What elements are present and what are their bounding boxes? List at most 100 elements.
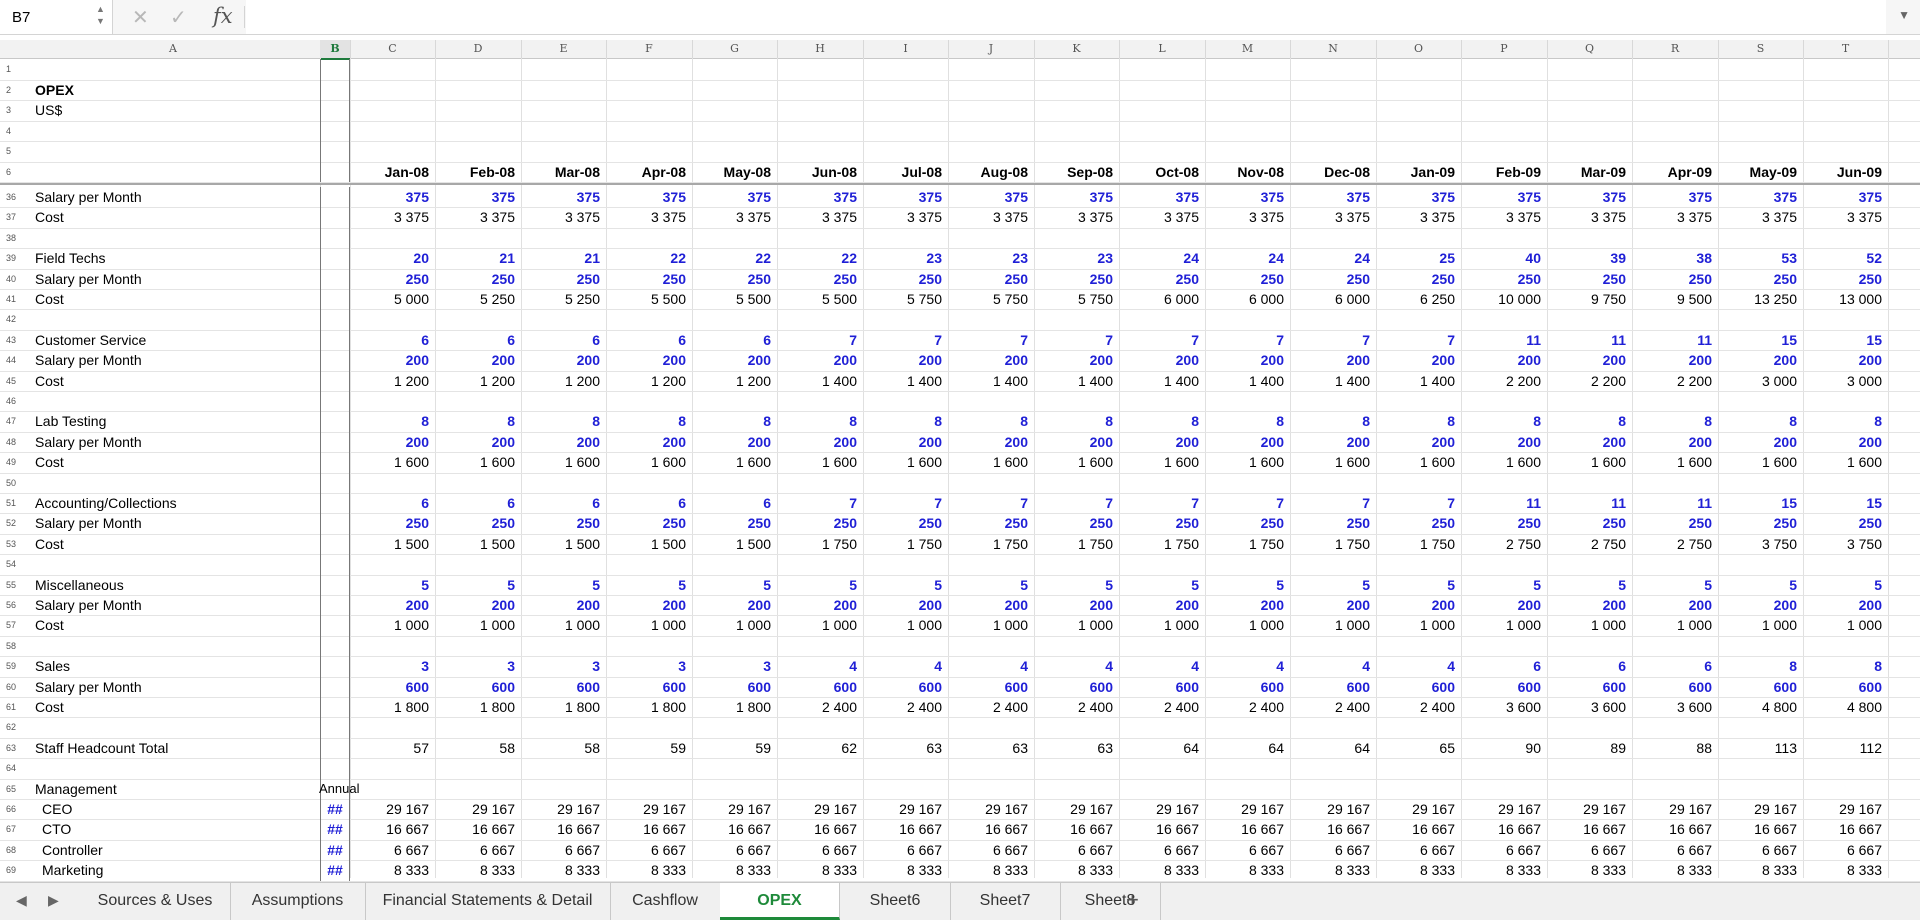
value-cell[interactable]: 1 000 <box>1034 615 1119 635</box>
value-cell[interactable]: 7 <box>863 330 948 350</box>
value-cell[interactable]: 3 375 <box>1376 207 1461 227</box>
value-cell[interactable]: 15 <box>1718 493 1803 513</box>
value-cell[interactable]: 6 667 <box>1290 840 1376 860</box>
value-cell[interactable]: 15 <box>1803 330 1888 350</box>
value-cell[interactable]: 29 167 <box>1034 799 1119 819</box>
value-cell[interactable]: 5 <box>1034 575 1119 595</box>
row-header[interactable]: 49 <box>0 452 26 472</box>
value-cell[interactable]: 200 <box>1376 432 1461 452</box>
row-header[interactable]: 44 <box>0 350 26 370</box>
value-cell[interactable]: 250 <box>1803 513 1888 533</box>
value-cell[interactable]: 4 <box>1034 656 1119 676</box>
value-cell[interactable]: 600 <box>1803 677 1888 697</box>
value-cell[interactable]: 11 <box>1547 330 1632 350</box>
value-cell[interactable]: 3 <box>521 656 606 676</box>
value-cell[interactable]: 7 <box>1034 493 1119 513</box>
value-cell[interactable]: 5 000 <box>350 289 435 309</box>
value-cell[interactable]: 250 <box>1461 513 1547 533</box>
value-cell[interactable]: 24 <box>1290 248 1376 268</box>
value-cell[interactable]: 250 <box>948 269 1034 289</box>
value-cell[interactable]: 3 375 <box>777 207 863 227</box>
value-cell[interactable]: 22 <box>606 248 692 268</box>
value-cell[interactable]: 200 <box>435 595 521 615</box>
row-label[interactable] <box>26 473 320 493</box>
value-cell[interactable]: 53 <box>1718 248 1803 268</box>
value-cell[interactable]: 250 <box>1290 513 1376 533</box>
value-cell[interactable]: 29 167 <box>1461 799 1547 819</box>
value-cell[interactable]: 21 <box>435 248 521 268</box>
column-b-cell[interactable] <box>320 161 350 182</box>
value-cell[interactable]: 600 <box>777 677 863 697</box>
value-cell[interactable]: 7 <box>1376 493 1461 513</box>
value-cell[interactable]: 200 <box>863 595 948 615</box>
value-cell[interactable]: 6 667 <box>350 840 435 860</box>
value-cell[interactable]: 1 500 <box>435 534 521 554</box>
value-cell[interactable]: 1 000 <box>606 615 692 635</box>
value-cell[interactable]: 22 <box>777 248 863 268</box>
value-cell[interactable]: 3 600 <box>1632 697 1718 717</box>
value-cell[interactable]: 88 <box>1632 738 1718 758</box>
column-b-cell[interactable] <box>320 411 350 432</box>
value-cell[interactable]: 200 <box>1547 350 1632 370</box>
row-header[interactable]: 38 <box>0 228 26 248</box>
value-cell[interactable]: 3 600 <box>1461 697 1547 717</box>
value-cell[interactable]: 1 600 <box>435 452 521 472</box>
name-box-stepper-icon[interactable]: ▲ ▼ <box>96 3 105 27</box>
column-b-cell[interactable]: ## <box>320 819 350 840</box>
value-cell[interactable]: 113 <box>1718 738 1803 758</box>
month-header[interactable]: Jan-09 <box>1376 162 1461 183</box>
column-header-e[interactable]: E <box>521 40 607 58</box>
column-b-cell[interactable] <box>320 100 350 121</box>
value-cell[interactable]: 2 750 <box>1632 534 1718 554</box>
row-label[interactable]: Salary per Month <box>26 187 320 207</box>
value-cell[interactable]: 11 <box>1547 493 1632 513</box>
value-cell[interactable]: 1 600 <box>777 452 863 472</box>
value-cell[interactable]: 8 <box>777 411 863 431</box>
value-cell[interactable]: 1 750 <box>1034 534 1119 554</box>
value-cell[interactable]: 375 <box>1718 187 1803 207</box>
month-header[interactable]: May-08 <box>692 162 777 183</box>
row-label[interactable]: Accounting/Collections <box>26 493 320 513</box>
value-cell[interactable]: 58 <box>521 738 606 758</box>
value-cell[interactable]: 200 <box>1718 595 1803 615</box>
row-label[interactable]: Cost <box>26 289 320 309</box>
value-cell[interactable]: 200 <box>1205 595 1290 615</box>
column-b-cell[interactable] <box>320 309 350 330</box>
row-header[interactable]: 67 <box>0 819 26 839</box>
value-cell[interactable]: 250 <box>1205 513 1290 533</box>
value-cell[interactable]: 112 <box>1803 738 1888 758</box>
value-cell[interactable]: 200 <box>1718 432 1803 452</box>
value-cell[interactable]: 5 <box>521 575 606 595</box>
month-header[interactable]: Nov-08 <box>1205 162 1290 183</box>
row-label[interactable] <box>26 391 320 411</box>
value-cell[interactable]: 1 000 <box>1803 615 1888 635</box>
row-label[interactable] <box>26 59 320 80</box>
row-header[interactable]: 57 <box>0 615 26 635</box>
value-cell[interactable]: 3 750 <box>1718 534 1803 554</box>
value-cell[interactable]: 8 <box>948 411 1034 431</box>
value-cell[interactable]: 40 <box>1461 248 1547 268</box>
value-cell[interactable]: 1 500 <box>350 534 435 554</box>
value-cell[interactable]: 250 <box>1547 269 1632 289</box>
value-cell[interactable]: 9 750 <box>1547 289 1632 309</box>
row-header[interactable]: 6 <box>0 162 26 183</box>
row-header[interactable]: 66 <box>0 799 26 819</box>
value-cell[interactable]: 1 600 <box>692 452 777 472</box>
value-cell[interactable]: 6 <box>606 493 692 513</box>
value-cell[interactable]: 7 <box>1290 493 1376 513</box>
value-cell[interactable]: 63 <box>948 738 1034 758</box>
row-label[interactable]: Salary per Month <box>26 350 320 370</box>
column-b-cell[interactable] <box>320 615 350 636</box>
column-b-cell[interactable] <box>320 391 350 412</box>
value-cell[interactable]: 5 <box>948 575 1034 595</box>
value-cell[interactable]: 5 <box>1461 575 1547 595</box>
value-cell[interactable]: 5 250 <box>521 289 606 309</box>
value-cell[interactable]: 21 <box>521 248 606 268</box>
value-cell[interactable]: 600 <box>1205 677 1290 697</box>
column-b-cell[interactable] <box>320 289 350 310</box>
value-cell[interactable]: 2 400 <box>863 697 948 717</box>
month-header[interactable]: Feb-08 <box>435 162 521 183</box>
value-cell[interactable]: 1 600 <box>350 452 435 472</box>
row-header[interactable]: 52 <box>0 513 26 533</box>
value-cell[interactable]: 600 <box>863 677 948 697</box>
